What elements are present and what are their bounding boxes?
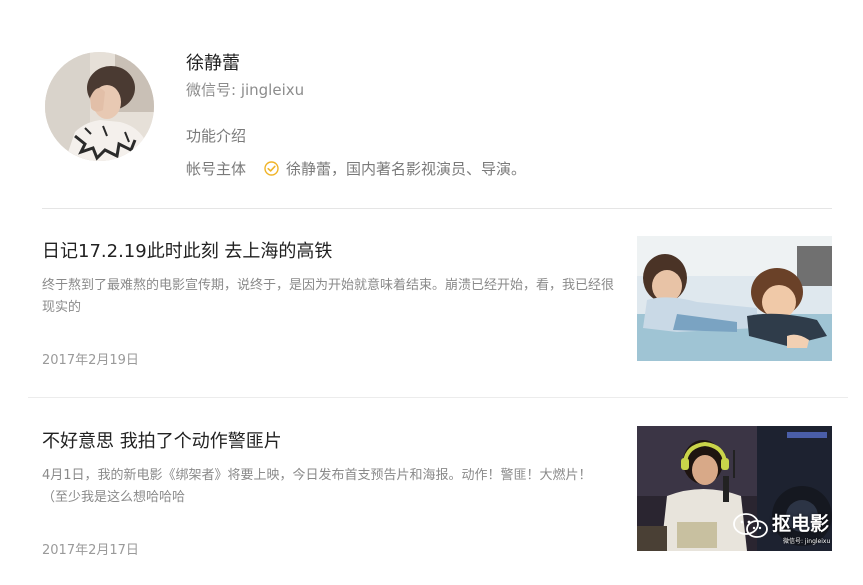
function-intro-label: 功能介绍 (186, 127, 247, 145)
article-summary: 终于熬到了最难熬的电影宣传期，说终于，是因为开始就意味着结束。崩溃已经开始，看，… (42, 278, 615, 315)
article-title[interactable]: 日记17.2.19此时此刻 去上海的高铁 (42, 239, 612, 265)
wechat-id: 微信号: jingleixu (186, 81, 305, 99)
article-item[interactable]: 不好意思 我拍了个动作警匪片 4月1日，我的新电影《绑架者》将要上映，今日发布首… (0, 415, 863, 585)
watermark-subtitle: 微信号: jingleixu (783, 538, 831, 545)
article-title[interactable]: 不好意思 我拍了个动作警匪片 (42, 429, 612, 455)
profile-divider (42, 208, 832, 209)
watermark-title: 抠电影 (772, 513, 830, 535)
account-name: 徐静蕾 (186, 53, 240, 74)
account-owner-label: 帐号主体 (186, 160, 247, 178)
article-summary: 4月1日，我的新电影《绑架者》将要上映，今日发布首支预告片和海报。动作！警匪！大… (42, 468, 592, 505)
verified-check-icon (264, 161, 279, 176)
article-divider (28, 397, 848, 398)
avatar-image (45, 52, 154, 161)
source-watermark: 抠电影 微信号: jingleixu (733, 510, 863, 552)
article-item[interactable]: 日记17.2.19此时此刻 去上海的高铁 终于熬到了最难熬的电影宣传期，说终于，… (0, 225, 863, 395)
article-date: 2017年2月19日 (42, 353, 139, 368)
article-date: 2017年2月17日 (42, 543, 139, 558)
wechat-icon (733, 512, 769, 540)
account-owner-value: 徐静蕾，国内著名影视演员、导演。 (286, 160, 527, 178)
account-profile: 徐静蕾 微信号: jingleixu 功能介绍 帐号主体 徐静蕾，国内著名影视演… (0, 0, 863, 210)
article-thumbnail[interactable] (637, 236, 832, 361)
account-avatar[interactable] (45, 52, 154, 161)
